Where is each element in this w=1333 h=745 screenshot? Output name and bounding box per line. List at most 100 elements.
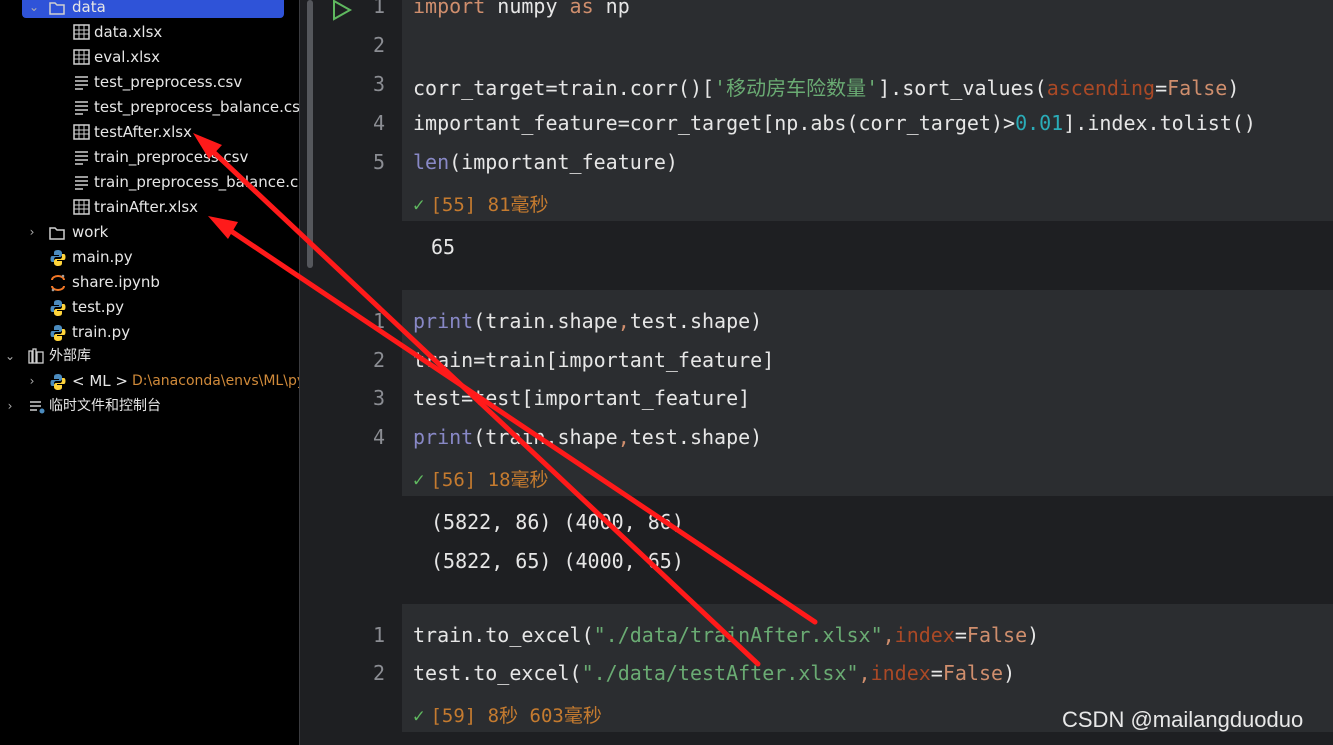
file-label: share.ipynb [72,273,160,291]
code-line[interactable]: print(train.shape,test.shape) [413,309,762,333]
table-icon [73,120,90,145]
tree-file[interactable]: test_preprocess.csv [0,70,299,95]
check-icon: ✓ [413,705,425,727]
tree-scratches[interactable]: › 临时文件和控制台 [0,394,299,419]
file-label: data.xlsx [94,23,163,41]
status-text: [59] 8秒 603毫秒 [430,705,602,727]
check-icon: ✓ [413,469,425,491]
tree-file[interactable]: train_preprocess.csv [0,145,299,170]
file-label: test_preprocess_balance.csv [94,98,299,116]
sidebar-scrollbar[interactable] [307,0,313,268]
tree-file[interactable]: train_preprocess_balance.csv [0,170,299,195]
code-text: test.shape) [629,425,763,449]
line-number: 3 [372,72,385,96]
builtin: print [413,309,474,333]
code-text: ) [1027,623,1040,647]
code-text: test.shape) [629,309,763,333]
code-text: ) [1003,661,1016,685]
code-line[interactable]: important_feature=corr_target[np.abs(cor… [413,111,1256,135]
output-text: 65 [431,235,456,259]
file-label: eval.xlsx [94,48,160,66]
output-text: (5822, 86) (4000, 86) [431,510,684,534]
execution-status: ✓ [59] 8秒 603毫秒 [413,701,602,728]
tree-file[interactable]: test_preprocess_balance.csv [0,95,299,120]
text-file-icon [73,70,90,95]
panel-divider[interactable] [299,0,300,745]
line-number: 4 [372,111,385,135]
comma: , [858,661,871,685]
param-name: index [894,623,955,647]
number-literal: 0.01 [1015,111,1064,135]
watermark: CSDN @mailangduoduo [1062,707,1304,732]
line-number: 1 [372,0,385,18]
folder-label: data [72,0,106,16]
code-line[interactable]: print(train.shape,test.shape) [413,425,762,449]
tree-folder-data[interactable]: ⌄ data [0,0,299,20]
tree-folder-work[interactable]: › work [0,220,299,245]
file-label: testAfter.xlsx [94,123,192,141]
tree-external-libraries[interactable]: ⌄ 外部库 [0,344,299,369]
code-line[interactable]: len(important_feature) [413,150,678,174]
tree-file[interactable]: test.py [0,295,299,320]
chevron-down-icon[interactable]: ⌄ [28,0,40,20]
code-text: (train.shape [473,309,618,333]
python-icon [50,295,66,320]
chevron-down-icon[interactable]: ⌄ [4,344,16,369]
file-label: test.py [72,298,124,316]
line-number: 4 [372,425,385,449]
code-line[interactable]: train=train[important_feature] [413,348,774,372]
chevron-right-icon[interactable]: › [4,394,16,419]
tree-file[interactable]: data.xlsx [0,20,299,45]
execution-status: ✓ [56] 18毫秒 [413,465,549,492]
code-line[interactable]: corr_target=train.corr()['移动房车险数量'].sort… [413,72,1239,101]
builtin: len [413,150,450,174]
python-icon [50,245,66,270]
scratches-label: 临时文件和控制台 [49,398,161,414]
line-number: 2 [372,661,385,685]
chevron-right-icon[interactable]: › [26,369,38,394]
code-text: test.to_excel( [413,661,582,685]
comma: , [882,623,895,647]
text-file-icon [73,95,90,120]
tree-file[interactable]: trainAfter.xlsx [0,195,299,220]
code-text: (important_feature) [449,150,678,174]
param-name: ascending [1046,76,1156,100]
file-label: train_preprocess.csv [94,148,249,166]
folder-label: work [72,223,109,241]
status-text: [56] 18毫秒 [430,469,549,491]
tree-file[interactable]: testAfter.xlsx [0,120,299,145]
code-text: train.to_excel( [413,623,594,647]
python-icon [50,320,66,345]
chevron-right-icon[interactable]: › [26,220,38,245]
keyword: False [966,623,1028,647]
tree-python-env[interactable]: › < ML > D:\anaconda\envs\ML\python.exe [0,369,299,394]
code-line[interactable]: import numpy as np [413,0,630,18]
table-icon [73,195,90,220]
file-label: train.py [72,323,131,341]
string-literal: "./data/testAfter.xlsx" [581,661,859,685]
comma: , [617,425,630,449]
tree-file[interactable]: share.ipynb [0,270,299,295]
code-text: numpy [485,0,570,18]
tree-file[interactable]: eval.xlsx [0,45,299,70]
tree-file[interactable]: main.py [0,245,299,270]
code-line[interactable]: train.to_excel("./data/trainAfter.xlsx",… [413,623,1039,647]
env-label: < ML > [72,372,128,390]
table-icon [73,45,90,70]
project-tree: ⌄ data data.xlsx eval.xlsx test_preproce… [0,0,299,745]
tree-file[interactable]: train.py [0,320,299,345]
folder-icon [48,0,66,20]
cell-output [402,221,1333,290]
code-text: = [930,661,943,685]
text-file-icon [73,145,90,170]
file-label: trainAfter.xlsx [94,198,199,216]
line-number: 2 [372,348,385,372]
string-literal: "./data/trainAfter.xlsx" [593,623,883,647]
code-line[interactable]: test.to_excel("./data/testAfter.xlsx",in… [413,661,1015,685]
code-text: important_feature=corr_target[np.abs(cor… [413,111,1016,135]
check-icon: ✓ [413,194,425,216]
code-line[interactable]: test=test[important_feature] [413,386,750,410]
text-file-icon [73,170,90,195]
library-icon [28,344,45,369]
keyword: as [569,0,594,18]
